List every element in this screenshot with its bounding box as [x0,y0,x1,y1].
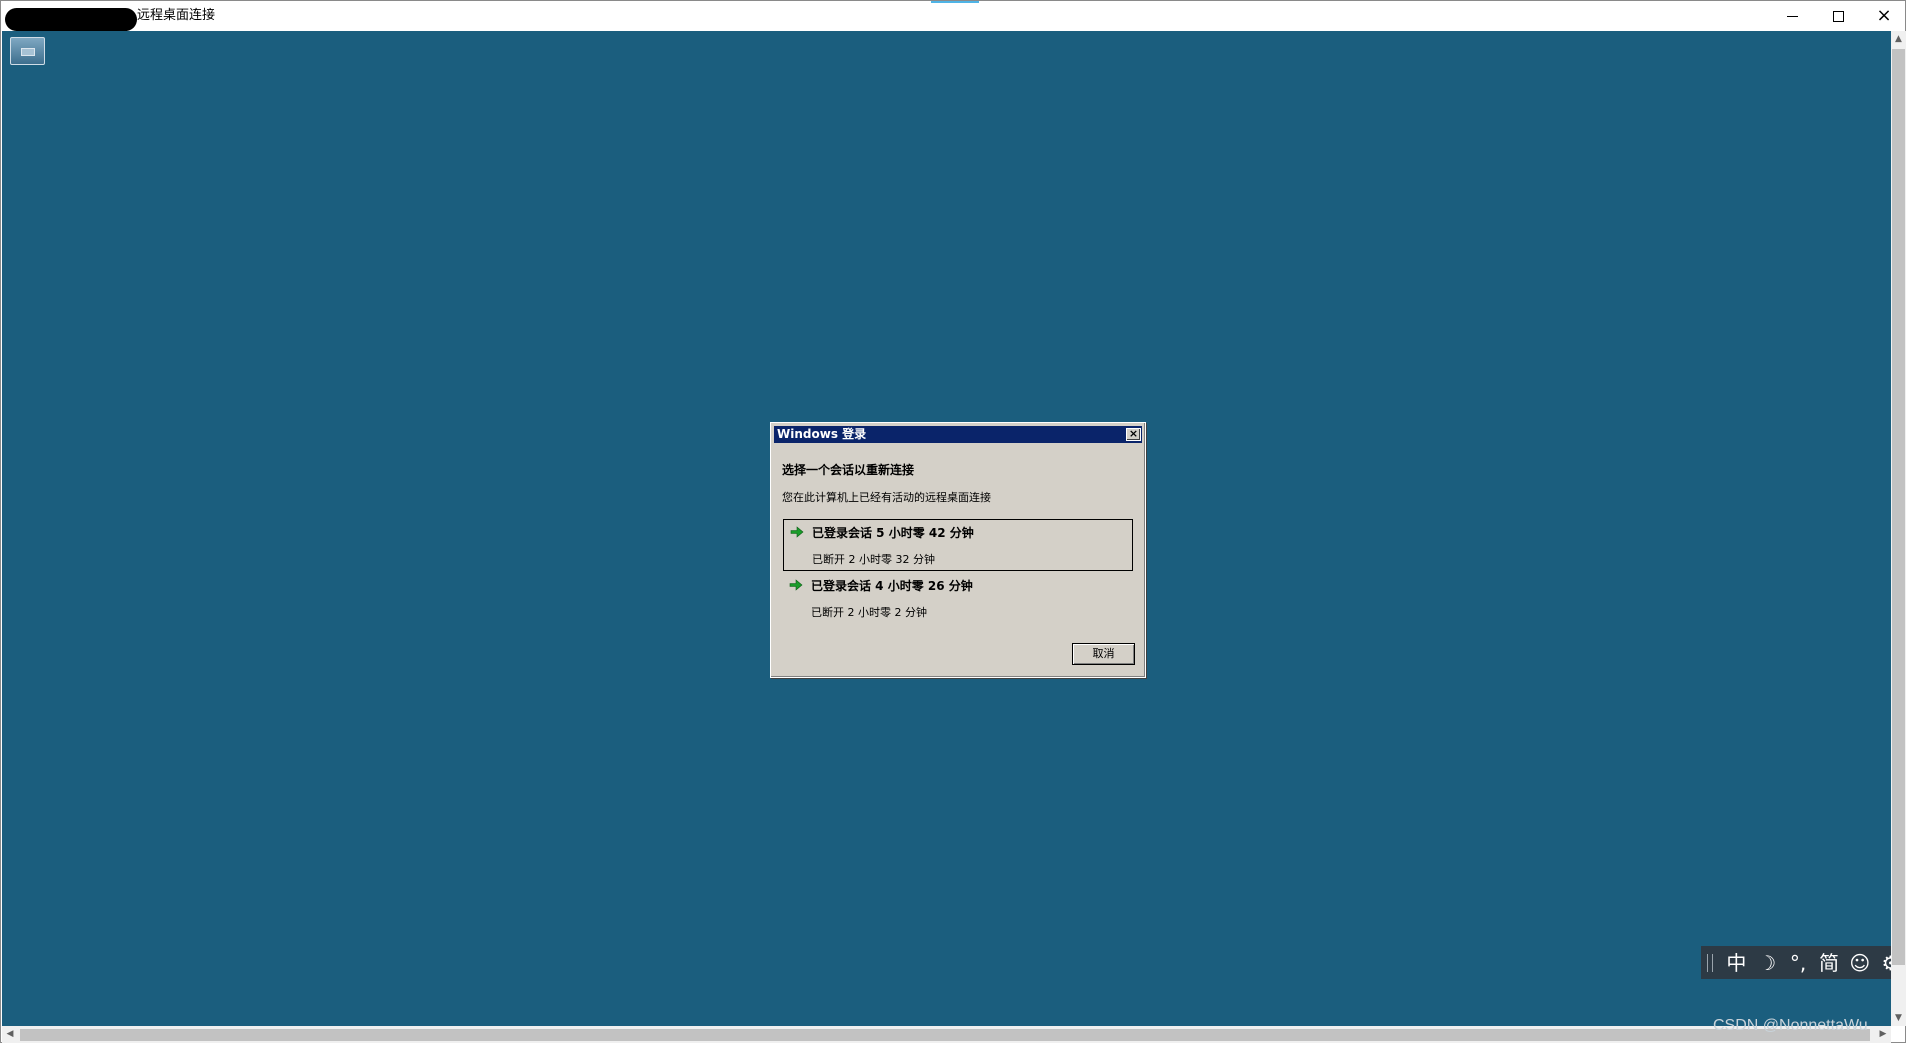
scroll-right-icon[interactable]: ▶ [1875,1026,1891,1043]
minimize-icon [1786,15,1798,17]
scroll-down-icon[interactable]: ▼ [1891,1010,1906,1026]
ime-punctuation-toggle[interactable]: °, [1783,951,1814,975]
dialog-titlebar[interactable]: Windows 登录 × [774,426,1142,443]
titlebar-accent [931,1,979,3]
maximize-button[interactable] [1815,1,1861,31]
scroll-left-icon[interactable]: ◀ [2,1026,18,1043]
window-title: 远程桌面连接 [137,8,216,23]
session-status: 已断开 2 小时零 2 分钟 [811,606,927,619]
dialog-heading: 选择一个会话以重新连接 [782,463,915,477]
scroll-up-icon[interactable]: ▲ [1891,31,1906,47]
maximize-icon [1832,10,1844,22]
watermark: CSDN @NonnettaWu [1713,1017,1868,1034]
session-status: 已断开 2 小时零 32 分钟 [812,553,935,566]
dialog-title: Windows 登录 [777,427,867,441]
ime-emoji-icon[interactable]: ☺ [1844,951,1875,975]
close-icon: × [1128,427,1139,440]
windows-logon-dialog: Windows 登录 × 选择一个会话以重新连接 您在此计算机上已经有活动的远程… [770,422,1146,678]
vertical-scroll-thumb[interactable] [1892,49,1905,965]
session-title: 已登录会话 4 小时零 26 分钟 [811,579,973,593]
ime-drag-handle[interactable] [1707,953,1713,972]
minimize-button[interactable] [1769,1,1815,31]
close-icon: × [1876,5,1892,26]
session-option-2[interactable]: 已登录会话 4 小时零 26 分钟 已断开 2 小时零 2 分钟 [783,573,1133,625]
horizontal-scroll-thumb[interactable] [20,1029,1870,1041]
session-option-1[interactable]: 已登录会话 5 小时零 42 分钟 已断开 2 小时零 32 分钟 [783,519,1133,571]
ime-half-width-moon-icon[interactable]: ☽ [1752,951,1783,975]
remote-desktop-window: 远程桌面连接 × Windows 登录 × 选择一个会话以重新连接 您在此计算机… [0,0,1906,1043]
close-button[interactable]: × [1861,1,1906,31]
vertical-scrollbar[interactable]: ▲ ▼ [1891,31,1906,1026]
dialog-description: 您在此计算机上已经有活动的远程桌面连接 [782,491,991,504]
session-title: 已登录会话 5 小时零 42 分钟 [812,526,974,540]
ime-simplified-toggle[interactable]: 简 [1814,951,1845,975]
window-titlebar[interactable]: 远程桌面连接 × [1,1,1905,31]
horizontal-scrollbar[interactable]: ◀ ▶ [2,1026,1891,1043]
cancel-button[interactable]: 取消 [1072,643,1135,665]
ime-toolbar: 中 ☽ °, 简 ☺ ⚙ [1701,946,1906,979]
connection-bar-pin-icon [21,48,35,56]
dialog-close-button[interactable]: × [1126,428,1141,441]
ime-chinese-mode-toggle[interactable]: 中 [1721,951,1752,975]
redacted-host-name [5,8,137,31]
green-right-arrow-icon [789,579,803,591]
connection-bar-pin-button[interactable] [10,37,45,65]
green-right-arrow-icon [790,526,804,538]
